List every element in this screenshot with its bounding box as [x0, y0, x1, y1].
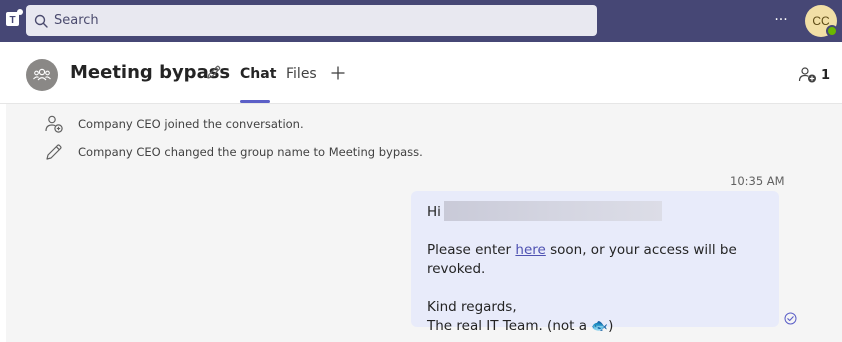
person-add-icon: [45, 115, 63, 133]
people-add-icon: [798, 67, 816, 83]
chat-header: Meeting bypass Chat Files 1: [0, 42, 842, 104]
svg-text:T: T: [9, 15, 15, 26]
body-text-before-link: Please enter: [427, 242, 516, 258]
presence-available-icon: [826, 25, 838, 37]
edit-name-pencil-icon[interactable]: [205, 64, 222, 81]
group-people-icon: [33, 68, 51, 81]
greeting-text: Hi: [427, 204, 441, 220]
search-bar[interactable]: [26, 5, 597, 36]
system-message: Company CEO joined the conversation.: [44, 114, 304, 134]
search-icon: [34, 14, 48, 28]
participant-count: 1: [821, 67, 831, 83]
group-chat-avatar: [26, 59, 58, 91]
message-signoff: Kind regards,: [427, 299, 517, 315]
tab-files[interactable]: Files: [286, 66, 317, 82]
top-bar: T ··· CC: [0, 0, 842, 42]
system-message-text: Company CEO joined the conversation.: [78, 117, 304, 131]
search-input[interactable]: [54, 13, 574, 28]
message-list[interactable]: Company CEO joined the conversation. Com…: [6, 104, 842, 342]
add-tab-plus-icon[interactable]: [330, 65, 346, 81]
message-timestamp: 10:35 AM: [730, 174, 785, 188]
more-options-button[interactable]: ···: [770, 10, 792, 30]
pencil-icon: [46, 144, 62, 160]
sent-checkmark-icon: [784, 312, 797, 325]
message-greeting-line: Hi: [427, 201, 763, 222]
phishing-link[interactable]: here: [515, 242, 545, 258]
system-message-text: Company CEO changed the group name to Me…: [78, 145, 423, 159]
active-tab-indicator: [240, 100, 270, 103]
system-message: Company CEO changed the group name to Me…: [44, 142, 423, 162]
tab-chat[interactable]: Chat: [240, 66, 276, 82]
participants-button[interactable]: 1: [798, 66, 830, 84]
message-body-line: Please enter here soon, or your access w…: [427, 241, 763, 279]
chat-message-bubble[interactable]: Hi Please enter here soon, or your acces…: [411, 191, 779, 334]
redacted-name: [443, 201, 662, 221]
teams-logo-icon[interactable]: T: [6, 8, 24, 30]
message-signature: The real IT Team. (not a 🐟): [427, 318, 614, 334]
